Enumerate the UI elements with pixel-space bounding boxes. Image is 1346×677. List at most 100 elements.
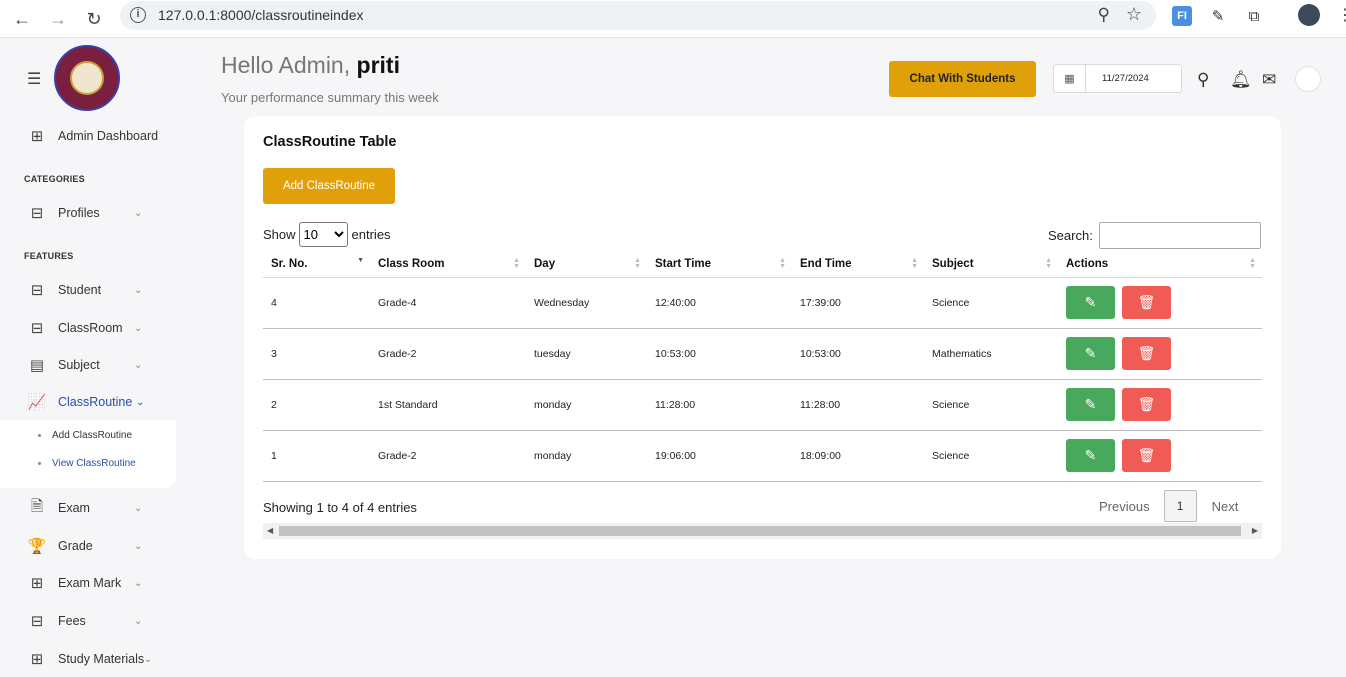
date-picker[interactable]: ▦ 11/27/2024 — [1053, 64, 1182, 93]
cell-actions: ✎ 🗑︎ — [1058, 277, 1262, 329]
extension-fi-icon[interactable]: FI — [1172, 6, 1192, 26]
edit-icon: ✎ — [1084, 396, 1097, 412]
sidebar-item-label: Exam Mark — [58, 576, 122, 590]
sidebar-item-label: ClassRoutine — [58, 395, 133, 409]
url-text[interactable]: 127.0.0.1:8000/classroutineindex — [158, 7, 363, 23]
chevron-down-icon: ⌄ — [134, 577, 143, 589]
features-heading: FEATURES — [24, 251, 74, 261]
sidebar-item-grade[interactable]: 🏆 Grade ⌄ — [27, 536, 143, 556]
bullet-icon — [38, 462, 41, 465]
cell-day: monday — [526, 430, 647, 482]
reload-icon[interactable]: ↻ — [82, 7, 106, 31]
search-input[interactable] — [1098, 222, 1261, 249]
chat-with-students-button[interactable]: Chat With Students — [889, 61, 1036, 97]
extensions-puzzle-icon[interactable]: ⧉ — [1244, 6, 1264, 26]
edit-button[interactable]: ✎ — [1066, 337, 1115, 370]
document-icon: 🗎 — [30, 497, 44, 515]
sidebar-item-profiles[interactable]: ⊟ Profiles ⌄ — [28, 203, 143, 223]
scrollbar-thumb[interactable] — [279, 526, 1241, 536]
sidebar-item-fees[interactable]: ⊟ Fees ⌄ — [28, 611, 143, 631]
sidebar-item-subject[interactable]: ▤ Subject ⌄ — [28, 355, 142, 375]
delete-button[interactable]: 🗑︎ — [1122, 439, 1171, 472]
grid-icon: ⊟ — [30, 613, 44, 630]
date-value[interactable]: 11/27/2024 — [1102, 73, 1149, 84]
admin-avatar[interactable] — [1295, 66, 1321, 92]
column-header-sr-no[interactable]: Sr. No. ▼ — [263, 252, 370, 278]
cell-actions: ✎ 🗑︎ — [1058, 379, 1262, 431]
cell-end-time: 10:53:00 — [792, 328, 924, 380]
horizontal-scrollbar[interactable]: ◀ ▶ — [263, 523, 1262, 539]
bullet-icon — [38, 434, 41, 437]
grid-icon: ⊟ — [30, 320, 44, 337]
forward-arrow-icon[interactable]: → — [46, 7, 70, 31]
submenu-add-classroutine[interactable]: Add ClassRoutine — [38, 430, 132, 441]
trash-icon: 🗑︎ — [1137, 396, 1156, 412]
cell-class-room: Grade-2 — [370, 328, 526, 380]
column-header-class-room[interactable]: Class Room ▲ ▼ — [370, 252, 526, 278]
address-bar[interactable]: i 127.0.0.1:8000/classroutineindex ⚲ ☆ — [120, 1, 1156, 30]
delete-button[interactable]: 🗑︎ — [1122, 337, 1171, 370]
browser-toolbar: ← → ↻ i 127.0.0.1:8000/classroutineindex… — [0, 0, 1346, 38]
eyedropper-icon[interactable]: ✎ — [1208, 6, 1228, 26]
sidebar-item-student[interactable]: ⊟ Student ⌄ — [28, 280, 143, 300]
submenu-label: Add ClassRoutine — [52, 430, 133, 441]
previous-page-button[interactable]: Previous — [1099, 499, 1150, 514]
scroll-left-arrow-icon[interactable]: ◀ — [267, 526, 273, 535]
sidebar-item-classroutine[interactable]: 📈 ClassRoutine ⌄ — [28, 392, 145, 412]
table-icon: ⊞ — [30, 575, 44, 592]
trash-icon: 🗑︎ — [1137, 447, 1156, 463]
grid-icon: ⊟ — [30, 282, 44, 299]
cell-subject: Mathematics — [924, 328, 1058, 380]
column-header-day[interactable]: Day ▲ ▼ — [526, 252, 647, 278]
chevron-down-icon: ⌄ — [134, 615, 143, 627]
sidebar-item-admin-dashboard[interactable]: ⊞ Admin Dashboard — [28, 126, 158, 146]
back-arrow-icon[interactable]: ← — [10, 7, 34, 31]
next-page-button[interactable]: Next — [1212, 499, 1239, 514]
site-info-icon[interactable]: i — [130, 7, 146, 23]
trophy-icon: 🏆 — [27, 538, 47, 555]
page-length-select[interactable]: 10 — [298, 222, 348, 247]
sort-icon: ▲ ▼ — [911, 257, 918, 270]
mail-icon[interactable]: ✉ — [1262, 70, 1276, 90]
cell-start-time: 10:53:00 — [647, 328, 792, 380]
browser-profile-avatar[interactable] — [1298, 4, 1320, 26]
sidebar-item-study-materials[interactable]: ⊞ Study Materials ⌄ — [28, 649, 153, 669]
sidebar-item-label: Admin Dashboard — [58, 129, 159, 143]
cell-start-time: 12:40:00 — [647, 277, 792, 329]
dashboard-grid-icon: ⊞ — [30, 128, 44, 145]
sidebar-item-label: Grade — [58, 539, 93, 553]
sort-icon: ▲ ▼ — [1045, 257, 1052, 270]
cell-start-time: 11:28:00 — [647, 379, 792, 431]
classroutine-table: Sr. No. ▼ Class Room ▲ ▼ Day ▲ ▼ Start Time ▲ ▼… — [263, 252, 1262, 482]
calendar-icon[interactable]: ▦ — [1054, 65, 1086, 92]
search-icon[interactable]: ⚲ — [1197, 70, 1209, 90]
sidebar-item-classroom[interactable]: ⊟ ClassRoom ⌄ — [28, 318, 143, 338]
column-header-end-time[interactable]: End Time ▲ ▼ — [792, 252, 924, 278]
zoom-icon[interactable]: ⚲ — [1098, 5, 1110, 25]
entries-label: entries — [351, 227, 391, 242]
cell-day: Wednesday — [526, 277, 647, 329]
column-header-subject[interactable]: Subject ▲ ▼ — [924, 252, 1058, 278]
edit-button[interactable]: ✎ — [1066, 286, 1115, 319]
add-classroutine-button[interactable]: Add ClassRoutine — [263, 168, 395, 204]
submenu-view-classroutine[interactable]: View ClassRoutine — [38, 458, 136, 469]
bookmark-star-icon[interactable]: ☆ — [1126, 4, 1142, 25]
bell-icon[interactable]: 🔔︎ — [1230, 70, 1252, 90]
delete-button[interactable]: 🗑︎ — [1122, 286, 1171, 319]
sidebar-item-exam[interactable]: 🗎 Exam ⌄ — [28, 497, 142, 518]
cell-actions: ✎ 🗑︎ — [1058, 430, 1262, 482]
sidebar-item-label: Fees — [58, 614, 86, 628]
page-1-button[interactable]: 1 — [1163, 490, 1197, 522]
scroll-right-arrow-icon[interactable]: ▶ — [1252, 526, 1258, 535]
cell-actions: ✎ 🗑︎ — [1058, 328, 1262, 380]
browser-menu-icon[interactable]: ⋮ — [1337, 5, 1346, 25]
column-header-start-time[interactable]: Start Time ▲ ▼ — [647, 252, 792, 278]
edit-button[interactable]: ✎ — [1066, 388, 1115, 421]
greeting-subtitle: Your performance summary this week — [221, 90, 439, 105]
submenu-label: View ClassRoutine — [52, 458, 136, 469]
edit-button[interactable]: ✎ — [1066, 439, 1115, 472]
sidebar-item-exam-mark[interactable]: ⊞ Exam Mark ⌄ — [28, 573, 143, 593]
hamburger-menu-icon[interactable]: ☰ — [27, 69, 41, 89]
delete-button[interactable]: 🗑︎ — [1122, 388, 1171, 421]
column-header-actions[interactable]: Actions ▲ ▼ — [1058, 252, 1262, 278]
